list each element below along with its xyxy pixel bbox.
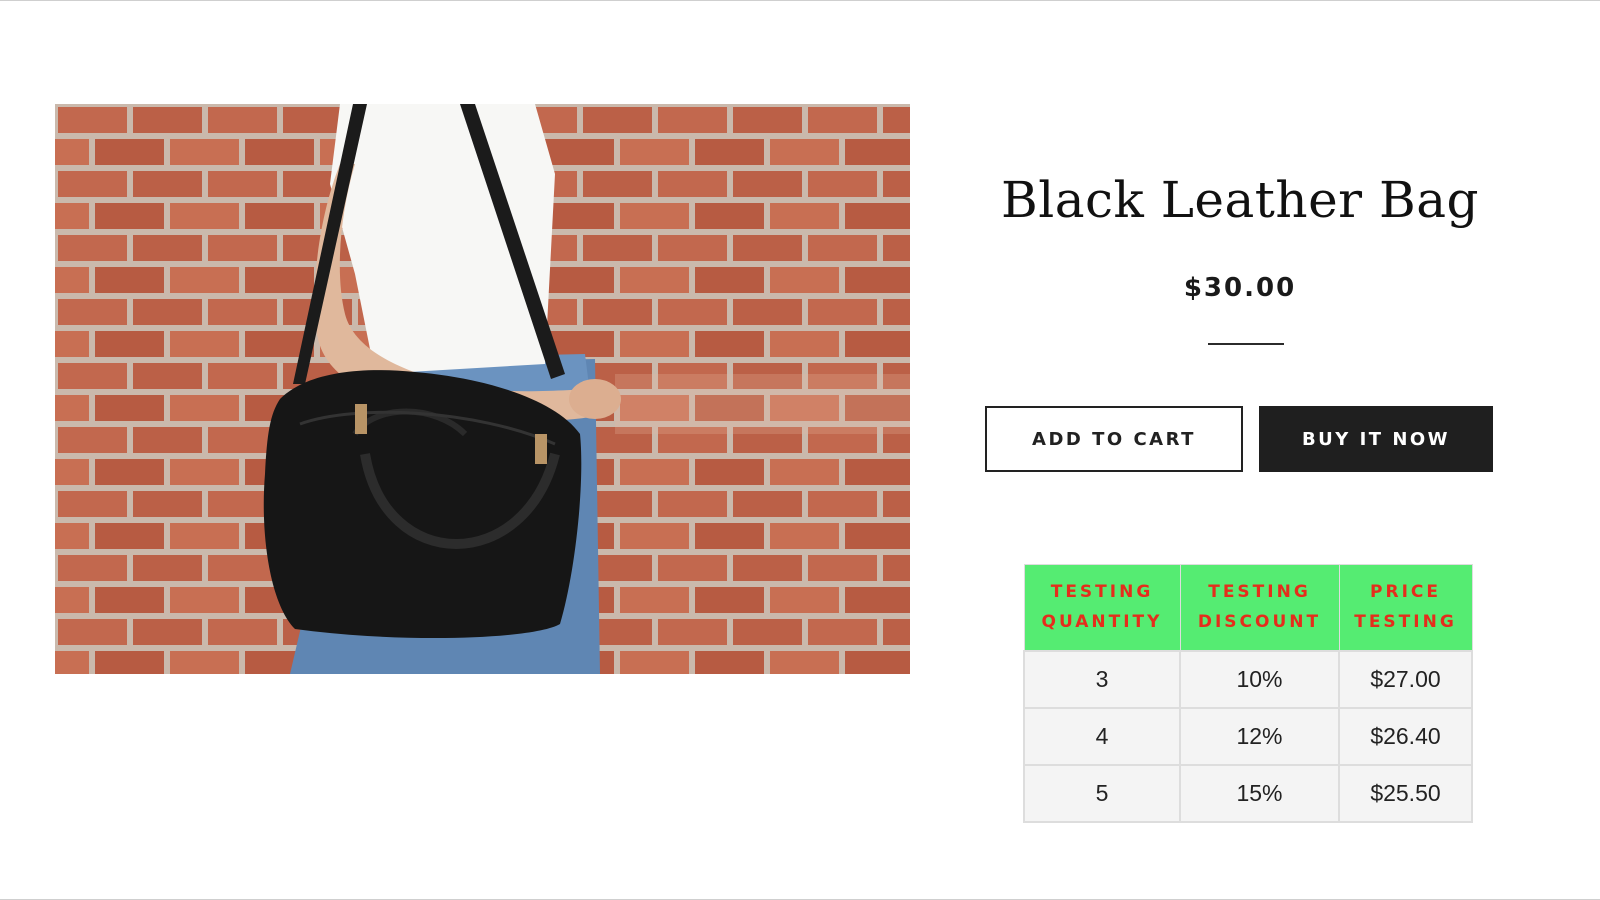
product-page: Black Leather Bag $30.00 ADD TO CART BUY… bbox=[0, 0, 1600, 900]
quantity-discount-table: TESTING QUANTITY TESTING DISCOUNT PRICE … bbox=[1023, 564, 1473, 823]
table-header-row: TESTING QUANTITY TESTING DISCOUNT PRICE … bbox=[1023, 564, 1473, 651]
price-divider bbox=[1208, 343, 1284, 345]
cell-quantity: 5 bbox=[1023, 763, 1181, 823]
cell-price: $27.00 bbox=[1338, 649, 1473, 709]
table-row: 5 15% $25.50 bbox=[1023, 763, 1473, 823]
cell-discount: 12% bbox=[1179, 706, 1340, 766]
cell-price: $25.50 bbox=[1338, 763, 1473, 823]
cell-discount: 15% bbox=[1179, 763, 1340, 823]
header-price: PRICE TESTING bbox=[1338, 564, 1473, 651]
product-title: Black Leather Bag bbox=[1000, 171, 1480, 229]
product-price: $30.00 bbox=[1183, 273, 1297, 303]
header-discount: TESTING DISCOUNT bbox=[1179, 564, 1340, 651]
product-image[interactable] bbox=[55, 104, 910, 674]
header-quantity: TESTING QUANTITY bbox=[1023, 564, 1181, 651]
table-row: 3 10% $27.00 bbox=[1023, 649, 1473, 709]
product-photo-illustration bbox=[55, 104, 910, 674]
add-to-cart-button[interactable]: ADD TO CART bbox=[985, 406, 1243, 472]
buy-it-now-button[interactable]: BUY IT NOW bbox=[1259, 406, 1493, 472]
cell-quantity: 4 bbox=[1023, 706, 1181, 766]
cell-quantity: 3 bbox=[1023, 649, 1181, 709]
table-row: 4 12% $26.40 bbox=[1023, 706, 1473, 766]
cell-discount: 10% bbox=[1179, 649, 1340, 709]
cell-price: $26.40 bbox=[1338, 706, 1473, 766]
